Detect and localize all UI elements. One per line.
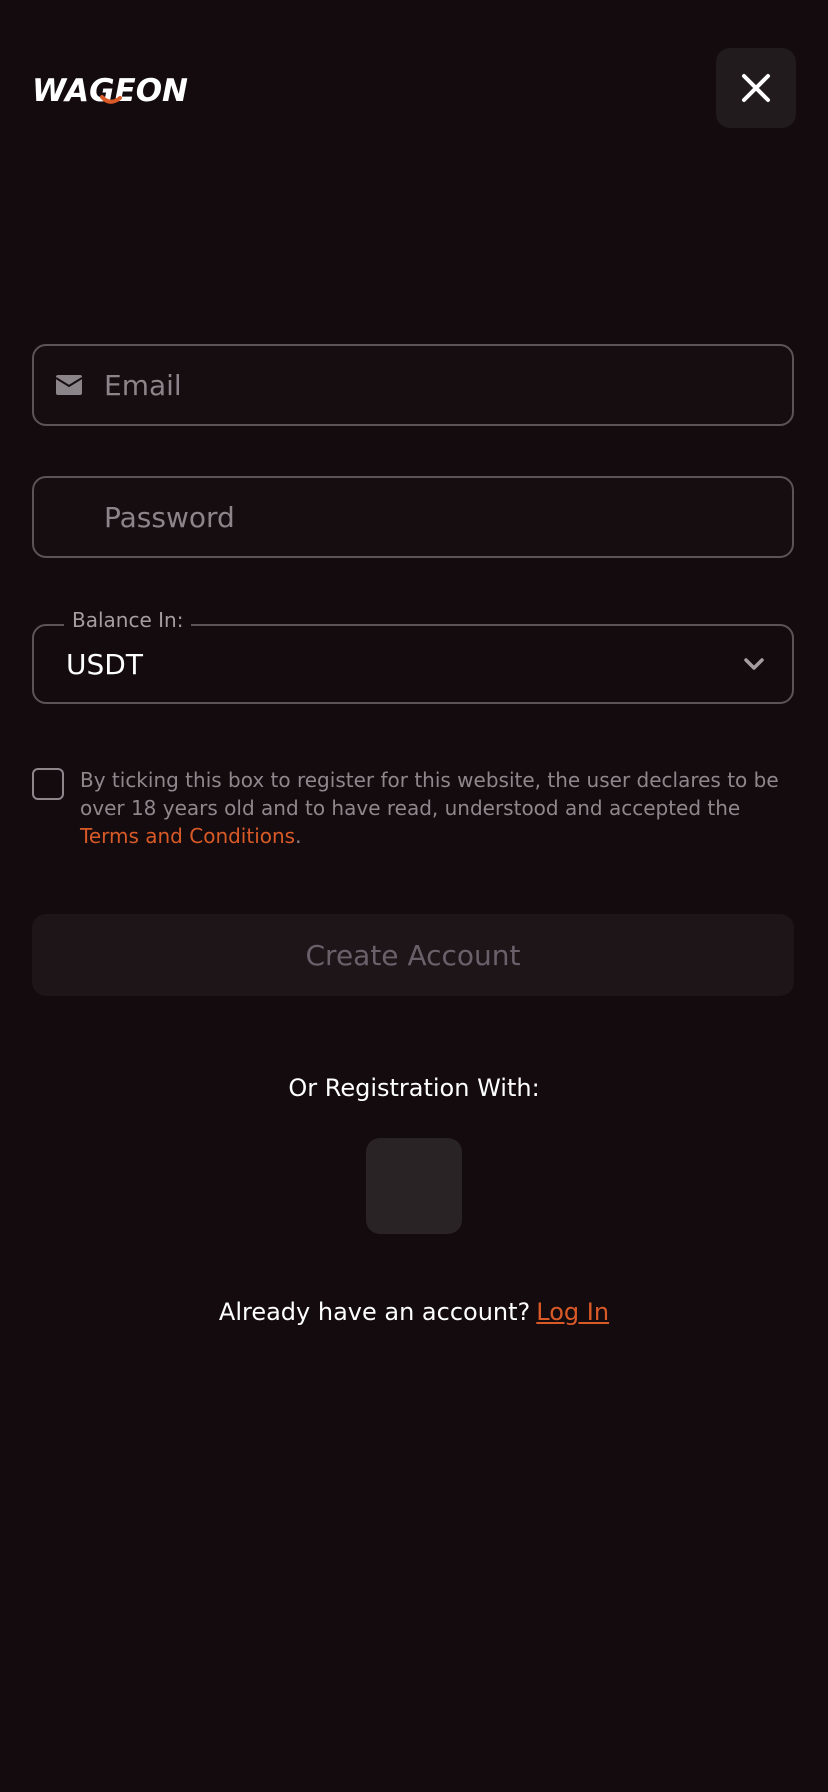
balance-value: USDT: [66, 648, 143, 681]
consent-text: By ticking this box to register for this…: [80, 766, 804, 850]
create-account-button[interactable]: Create Account: [32, 914, 794, 996]
close-icon: [742, 74, 770, 102]
consent-checkbox[interactable]: [32, 768, 64, 800]
email-field[interactable]: [32, 344, 794, 426]
envelope-icon: [34, 375, 104, 395]
close-button[interactable]: [716, 48, 796, 128]
consent-description: By ticking this box to register for this…: [80, 768, 779, 820]
balance-currency-select[interactable]: Balance In: USDT: [32, 608, 794, 704]
chevron-down-icon: [742, 652, 766, 680]
login-prompt: Already have an account? Log In: [0, 1298, 828, 1326]
password-input[interactable]: [104, 500, 792, 534]
social-registration-label: Or Registration With:: [288, 1074, 540, 1102]
password-field[interactable]: [32, 476, 794, 558]
social-login-button[interactable]: [366, 1138, 462, 1234]
terms-link[interactable]: Terms and Conditions: [80, 824, 295, 848]
consent-suffix: .: [295, 824, 302, 848]
balance-label: Balance In:: [64, 608, 192, 632]
login-prompt-text: Already have an account?: [218, 1298, 531, 1326]
wageon-logo: WAGEON: [32, 72, 222, 108]
login-link[interactable]: Log In: [536, 1298, 609, 1326]
email-input[interactable]: [104, 368, 792, 402]
registration-page: WAGEON Balance In: USDT: [0, 0, 828, 1792]
